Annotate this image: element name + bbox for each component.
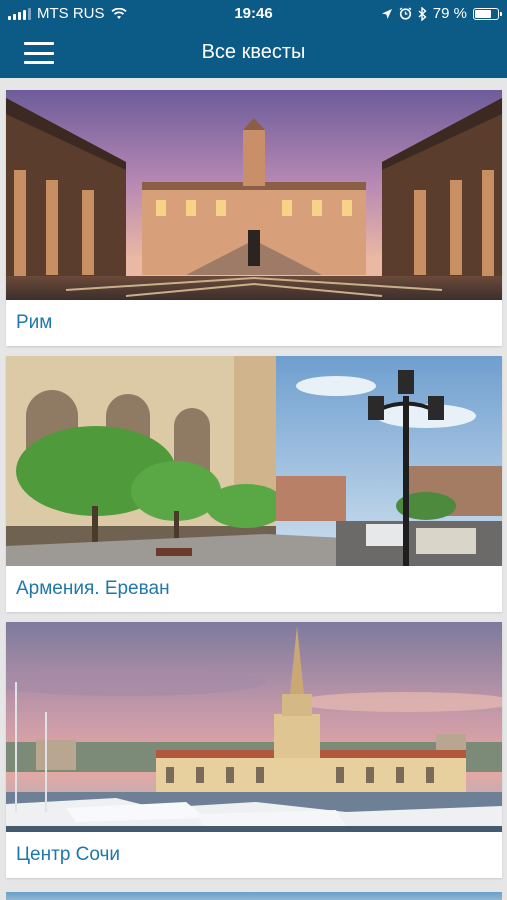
battery-level-fill [475, 9, 491, 18]
quest-card-yerevan[interactable]: Армения. Ереван [6, 356, 502, 612]
sochi-seaport-photo [6, 622, 502, 832]
status-bar: MTS RUS 19:46 79 % [0, 0, 507, 28]
quest-card-sochi[interactable]: Центр Сочи [6, 622, 502, 878]
quest-card-rome[interactable]: Рим [6, 90, 502, 346]
rome-capitol-square-photo [6, 90, 502, 300]
battery-icon [473, 7, 502, 20]
alarm-icon [399, 7, 412, 20]
quest-list: Рим Армения. Ереван Центр Сочи [6, 90, 502, 888]
bluetooth-icon [418, 6, 427, 21]
battery-percent: 79 % [432, 5, 467, 22]
page-title: Все квесты [201, 41, 306, 63]
status-right: 79 % [381, 5, 502, 22]
quest-title: Рим [16, 312, 53, 333]
quest-title: Центр Сочи [16, 844, 121, 865]
yerevan-street-photo [6, 356, 502, 566]
location-icon [381, 8, 392, 19]
nav-bar: Все квесты [0, 28, 507, 78]
app-header: MTS RUS 19:46 79 % Все квесты [0, 0, 507, 78]
quest-title: Армения. Ереван [16, 578, 170, 599]
quest-card-partial[interactable] [6, 892, 502, 900]
